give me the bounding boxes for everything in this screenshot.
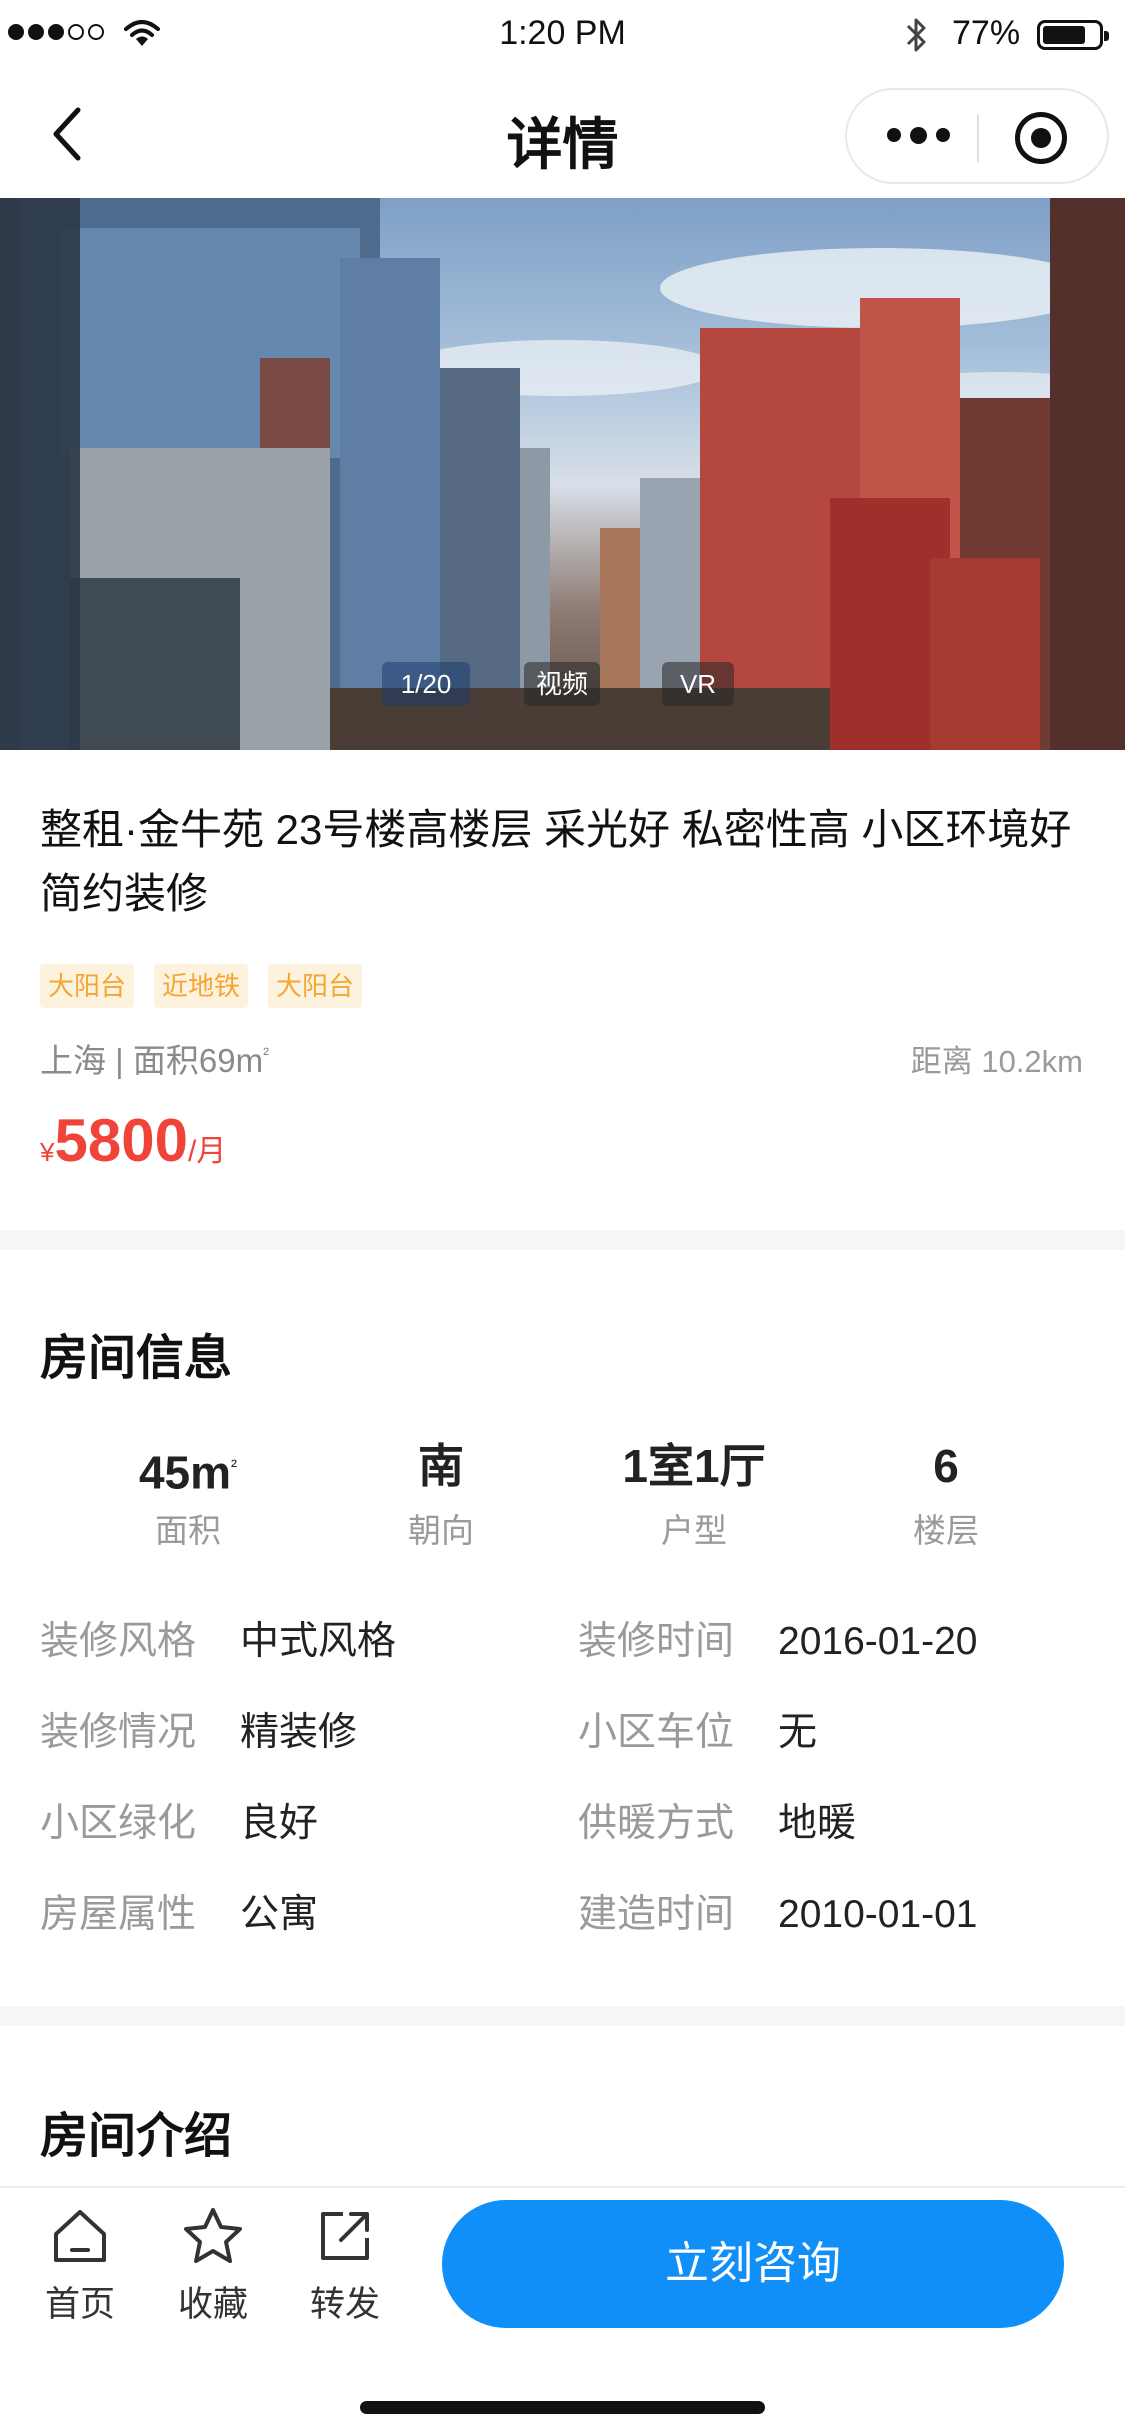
hero-badges: 1/20 视频 VR [0,662,1125,706]
target-icon[interactable] [1015,112,1067,164]
room-info-section: 房间信息 45m² 面积 南 朝向 1室1厅 户型 6 楼层 装修风格 中式风格… [0,1250,1125,2010]
detail-value: 2016-01-20 [778,1620,978,1663]
listing-tags: 大阳台 近地铁 大阳台 [40,964,363,1008]
price-amount: 5800 [54,1107,188,1174]
tab-home[interactable]: 首页 [25,2206,135,2327]
tab-label: 首页 [44,2285,115,2324]
detail-key: 装修情况 [40,1711,197,1754]
stat-layout: 1室1厅 户型 [574,1436,814,1552]
stat-label: 户型 [661,1512,727,1549]
stat-value: 南 [418,1440,464,1492]
detail-key: 房屋属性 [40,1893,197,1936]
price-unit: /月 [187,1135,227,1168]
detail-row: 装修风格 中式风格 装修时间 2016-01-20 [0,1612,1125,1672]
stat-label: 面积 [155,1512,221,1549]
bluetooth-icon [906,18,926,52]
tab-label: 转发 [309,2285,380,2324]
nav-bar: 详情 [0,70,1125,198]
consult-button[interactable]: 立刻咨询 [442,2200,1064,2328]
detail-row: 房屋属性 公寓 建造时间 2010-01-01 [0,1885,1125,1945]
video-button[interactable]: 视频 [524,662,600,706]
listing-tag: 大阳台 [268,964,363,1008]
status-bar: 1:20 PM 77% [0,0,1125,70]
stat-value: 1室1厅 [622,1440,766,1492]
detail-value: 精装修 [240,1711,358,1754]
share-icon [321,2212,369,2260]
stat-value: 6 [933,1440,959,1492]
listing-title: 整租·金牛苑 23号楼高楼层 采光好 私密性高 小区环境好 简约装修 [40,806,1072,917]
detail-key: 小区车位 [578,1711,735,1754]
detail-value: 地暖 [778,1802,857,1845]
stat-area: 45m² 面积 [68,1436,308,1552]
location-area-text: 上海 | 面积69m [40,1042,264,1079]
menu-capsule [845,88,1109,184]
area-unit-sup: ² [263,1044,270,1064]
detail-key: 供暖方式 [578,1802,735,1845]
stat-label: 朝向 [408,1512,474,1549]
stat-sup: ² [231,1456,238,1476]
price-currency: ¥ [40,1137,55,1167]
stat-value: 45m [138,1446,232,1499]
image-counter: 1/20 [382,662,470,706]
detail-key: 装修时间 [578,1620,735,1663]
distance: 距离 10.2km [910,1044,1083,1079]
listing-tag: 大阳台 [40,964,135,1008]
home-indicator [360,2401,765,2414]
room-intro-title: 房间介绍 [40,2110,233,2163]
listing-summary: 整租·金牛苑 23号楼高楼层 采光好 私密性高 小区环境好 简约装修 大阳台 近… [0,750,1125,1230]
tab-share[interactable]: 转发 [290,2206,400,2327]
star-icon [184,2208,242,2263]
stat-floor: 6 楼层 [826,1436,1066,1552]
room-intro-section: 房间介绍 [0,2026,1125,2186]
location-area: 上海 | 面积69m² [40,1034,269,1082]
section-divider [0,2006,1125,2026]
detail-key: 建造时间 [578,1893,735,1936]
detail-row: 装修情况 精装修 小区车位 无 [0,1703,1125,1763]
detail-key: 小区绿化 [40,1802,197,1845]
battery-icon [1037,20,1109,50]
detail-row: 小区绿化 良好 供暖方式 地暖 [0,1794,1125,1854]
room-stats: 45m² 面积 南 朝向 1室1厅 户型 6 楼层 [0,1436,1125,1566]
detail-value: 无 [778,1711,818,1754]
detail-key: 装修风格 [40,1620,197,1663]
detail-value: 2010-01-01 [778,1893,978,1936]
tab-label: 收藏 [177,2285,248,2324]
capsule-divider [977,114,979,162]
section-divider [0,1230,1125,1250]
hero-image[interactable]: 1/20 视频 VR [0,198,1125,750]
detail-value: 中式风格 [240,1620,397,1663]
listing-tag: 近地铁 [154,964,249,1008]
detail-value: 良好 [240,1802,319,1845]
room-info-title: 房间信息 [40,1332,233,1385]
battery-percent: 77% [952,14,1021,52]
detail-value: 公寓 [240,1893,319,1936]
more-icon[interactable] [887,127,950,144]
bottom-action-bar: 首页 收藏 转发 立刻咨询 [0,2186,1125,2436]
home-icon [54,2210,106,2262]
stat-orientation: 南 朝向 [321,1436,561,1552]
tab-favorite[interactable]: 收藏 [158,2206,268,2327]
price: ¥5800/月 [40,1106,226,1175]
vr-button[interactable]: VR [662,662,734,706]
stat-label: 楼层 [913,1512,979,1549]
